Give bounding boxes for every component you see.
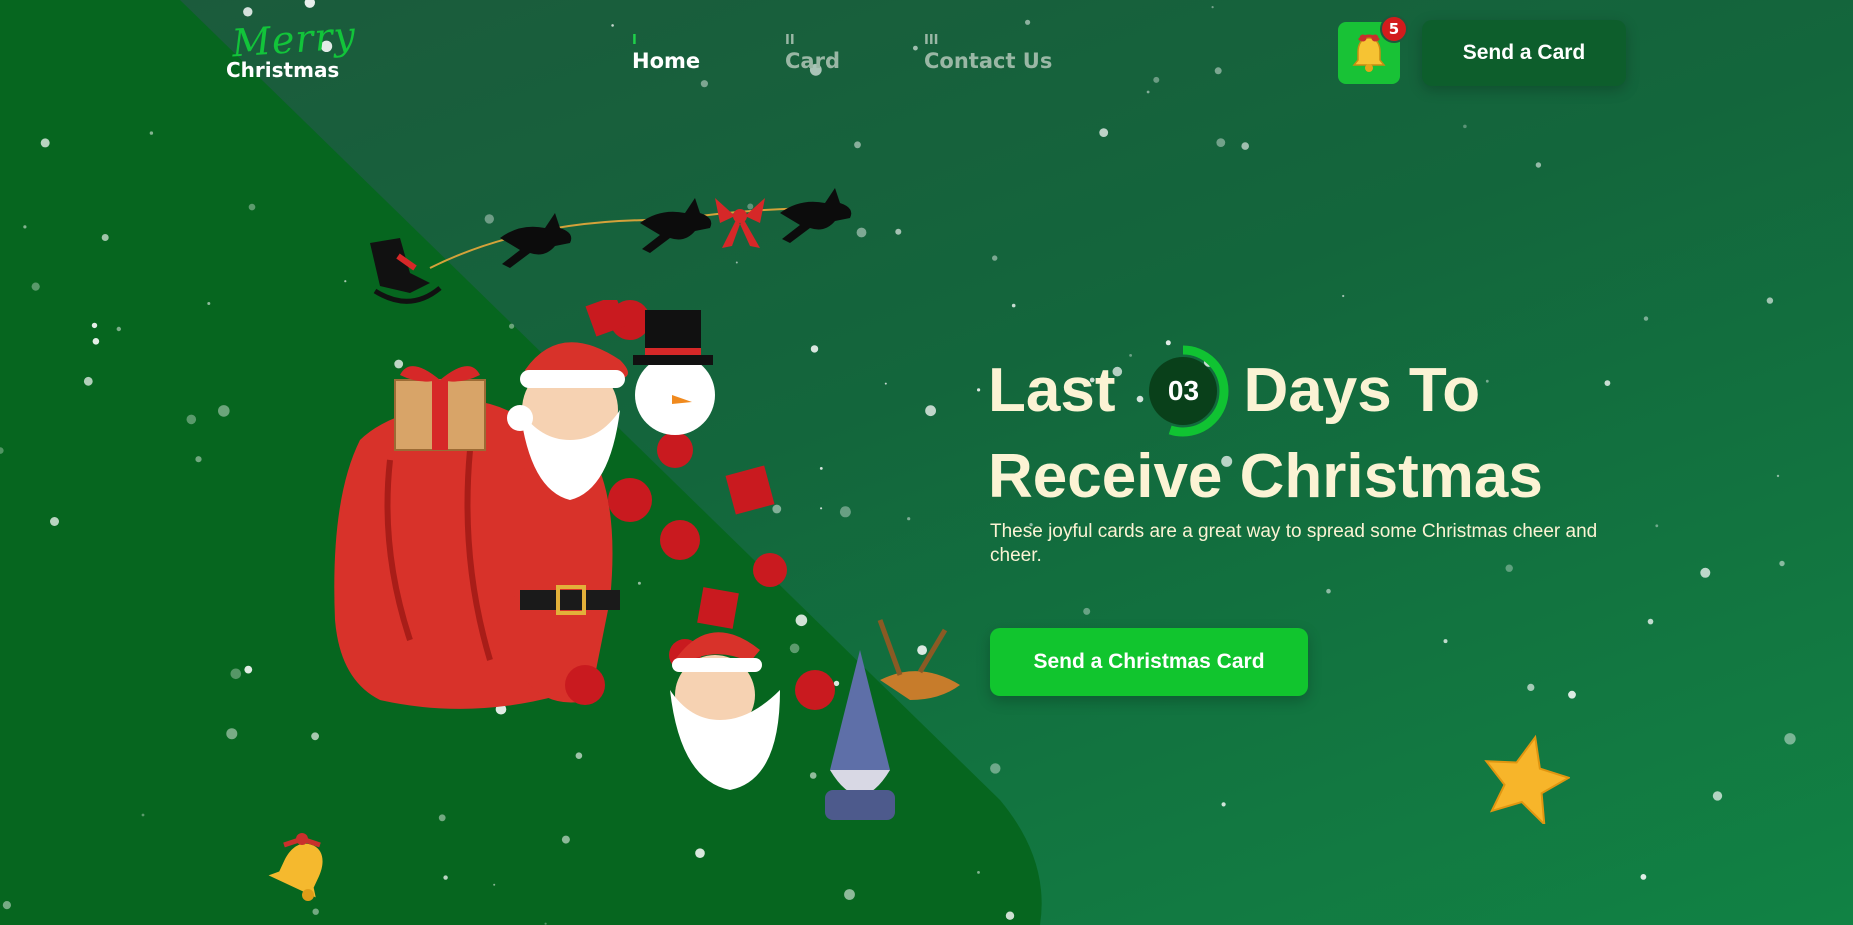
page: Merry Christmas I Home II Card III Conta… [0, 0, 1853, 925]
nav-item-number: II [785, 33, 795, 48]
bell-decoration-icon [268, 833, 323, 901]
star-decoration-icon [1484, 734, 1570, 824]
send-card-button[interactable]: Send a Card [1422, 20, 1626, 86]
hero-title-line-2: Receive Christmas [988, 442, 1543, 511]
send-christmas-card-button[interactable]: Send a Christmas Card [990, 628, 1308, 696]
nav-item-label: Card [785, 49, 840, 73]
nav-item-home[interactable]: I Home [632, 34, 700, 74]
hero-title: Last 03 Days To Receive Christmas [988, 345, 1748, 517]
nav-item-number: I [632, 33, 637, 48]
hero-description: These joyful cards are a great way to sp… [990, 521, 1598, 566]
nav-item-contact-us[interactable]: III Contact Us [924, 34, 1052, 74]
hero-title-post: Days To [1243, 356, 1481, 425]
days-countdown: 03 [1137, 345, 1229, 437]
logo-script: Merry [230, 12, 358, 66]
nav-item-label: Home [632, 49, 701, 73]
hero-title-line-1: Last 03 Days To [988, 345, 1748, 437]
days-count: 03 [1167, 375, 1200, 406]
hero-title-pre: Last [988, 356, 1116, 425]
nav-item-label: Contact Us [924, 49, 1053, 73]
santa-illustration [334, 300, 960, 820]
nav-item-number: III [924, 33, 939, 48]
nav-item-card[interactable]: II Card [785, 34, 840, 74]
logo[interactable]: Merry Christmas [226, 13, 357, 80]
notification-count-badge: 5 [1380, 15, 1408, 43]
